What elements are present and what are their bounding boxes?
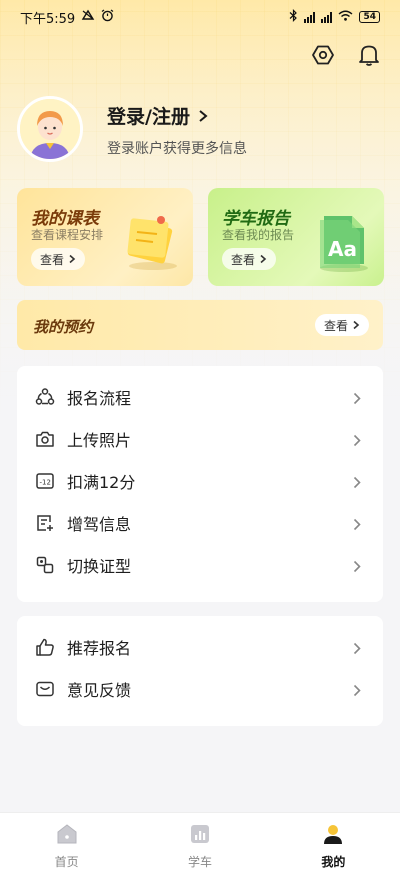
my-schedule-card[interactable]: 我的课表 查看课程安排 查看 [17, 188, 193, 286]
chart-icon [188, 823, 212, 849]
chevron-right-icon [353, 682, 361, 701]
menu-item-label: 扣满12分 [67, 473, 136, 492]
menu-item-label: 意见反馈 [67, 681, 132, 700]
thumbs-up-icon [35, 637, 55, 657]
login-subtitle: 登录账户获得更多信息 [107, 141, 247, 157]
svg-text:-12: -12 [40, 479, 51, 487]
notification-bell-icon[interactable] [356, 42, 382, 68]
status-time: 下午5:59 [20, 11, 76, 27]
battery-indicator: 54 [359, 11, 380, 23]
report-document-icon: Aa [312, 210, 374, 278]
menu-item-label: 上传照片 [67, 431, 132, 450]
home-icon [55, 823, 79, 849]
chevron-right-icon [353, 640, 361, 659]
report-view-label: 查看 [231, 252, 256, 267]
menu-item-license-upgrade[interactable]: 增驾信息 [17, 502, 383, 544]
chevron-right-icon [353, 474, 361, 493]
data-saver-icon [81, 9, 95, 25]
chevron-right-icon [260, 254, 267, 264]
svg-text:Aa: Aa [328, 237, 357, 261]
bluetooth-icon [289, 9, 298, 25]
menu-item-points-deducted[interactable]: -12 扣满12分 [17, 460, 383, 502]
tab-label: 首页 [54, 855, 79, 869]
header-actions [310, 42, 382, 68]
chevron-right-icon [353, 320, 360, 330]
report-view-button[interactable]: 查看 [222, 248, 277, 270]
reservation-title: 我的预约 [33, 318, 94, 336]
user-icon [321, 823, 345, 849]
signal-icon [304, 11, 316, 23]
chevron-right-icon [353, 516, 361, 535]
menu-item-label: 切换证型 [67, 557, 132, 576]
license-add-icon [35, 513, 55, 533]
menu-item-label: 报名流程 [67, 389, 132, 408]
menu-item-label: 增驾信息 [67, 515, 132, 534]
menu-item-registration-process[interactable]: 报名流程 [17, 376, 383, 418]
driving-report-card[interactable]: 学车报告 查看我的报告 查看 Aa [208, 188, 384, 286]
feedback-icon [35, 679, 55, 699]
bottom-tab-bar: 首页 学车 我的 [0, 812, 400, 871]
chevron-right-icon [69, 254, 76, 264]
menu-item-feedback[interactable]: 意见反馈 [17, 668, 383, 710]
menu-item-upload-photo[interactable]: 上传照片 [17, 418, 383, 460]
login-register-link[interactable]: 登录/注册 [107, 102, 209, 129]
schedule-card-subtitle: 查看课程安排 [31, 228, 104, 242]
chevron-right-icon [353, 390, 361, 409]
schedule-view-button[interactable]: 查看 [31, 248, 86, 270]
tab-label: 学车 [187, 855, 212, 869]
chevron-right-icon [353, 558, 361, 577]
tab-label: 我的 [321, 855, 346, 869]
menu-item-switch-license-type[interactable]: 切换证型 [17, 544, 383, 586]
tab-home[interactable]: 首页 [0, 813, 133, 871]
profile-section[interactable]: 登录/注册 登录账户获得更多信息 [17, 96, 383, 162]
my-reservation-bar[interactable]: 我的预约 查看 [17, 300, 383, 350]
menu-item-recommend[interactable]: 推荐报名 [17, 626, 383, 668]
process-icon [35, 387, 55, 407]
report-card-subtitle: 查看我的报告 [222, 228, 295, 242]
switch-icon [35, 555, 55, 575]
chevron-right-icon [197, 106, 209, 128]
schedule-view-label: 查看 [40, 252, 65, 267]
alarm-icon [101, 9, 114, 26]
menu-group-services: 报名流程 上传照片 -12 扣满12分 增驾信息 切换证型 [17, 366, 383, 602]
chevron-right-icon [353, 432, 361, 451]
reservation-view-label: 查看 [323, 318, 348, 333]
menu-item-label: 推荐报名 [67, 639, 132, 658]
sticky-note-icon [121, 210, 183, 276]
status-bar: 下午5:59 54 [0, 0, 400, 34]
tab-learn-driving[interactable]: 学车 [133, 813, 266, 871]
tab-mine[interactable]: 我的 [267, 813, 400, 871]
reservation-view-button[interactable]: 查看 [314, 314, 369, 336]
settings-icon[interactable] [310, 42, 336, 68]
avatar[interactable] [17, 96, 83, 162]
login-label: 登录/注册 [107, 106, 190, 128]
points-icon: -12 [35, 471, 55, 491]
signal-icon [321, 11, 333, 23]
menu-group-feedback: 推荐报名 意见反馈 [17, 616, 383, 726]
wifi-icon [338, 10, 353, 24]
camera-icon [35, 429, 55, 449]
